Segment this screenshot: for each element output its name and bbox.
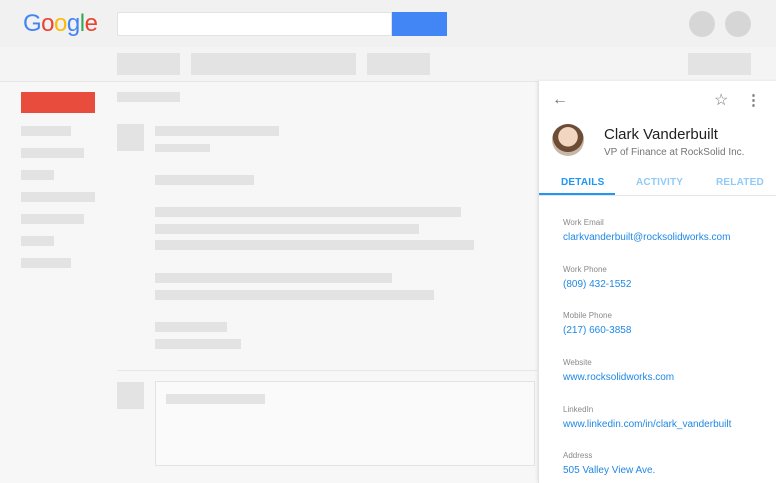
toolbar-button-placeholder[interactable]	[117, 53, 180, 75]
tab-related[interactable]: RELATED	[716, 177, 764, 188]
toolbar-button-placeholder[interactable]	[688, 53, 751, 75]
work-email-label: Work Email	[563, 218, 604, 227]
sender-name-placeholder	[155, 126, 279, 136]
address-label: Address	[563, 451, 593, 460]
message-subject-placeholder	[117, 92, 180, 102]
reply-placeholder-text	[166, 394, 265, 404]
google-logo[interactable]: Google	[23, 10, 98, 38]
mobile-phone-label: Mobile Phone	[563, 311, 612, 320]
contact-title: VP of Finance at RockSolid Inc.	[604, 147, 745, 158]
back-arrow-icon[interactable]: ←	[552, 91, 568, 109]
contact-panel: ← ☆ ⋮ Clark Vanderbuilt VP of Finance at…	[538, 81, 776, 483]
message-signature-line	[155, 339, 241, 349]
sender-avatar	[117, 124, 144, 151]
message-signature-line	[155, 322, 227, 332]
message-body-line	[155, 224, 419, 234]
toolbar-button-placeholder[interactable]	[367, 53, 430, 75]
sidebar-item[interactable]	[21, 170, 54, 180]
work-phone-link[interactable]: (809) 432-1552	[563, 279, 631, 290]
search-button[interactable]	[392, 12, 447, 36]
sidebar-item[interactable]	[21, 126, 71, 136]
sidebar-item[interactable]	[21, 148, 84, 158]
message-body-line	[155, 207, 461, 217]
linkedin-link[interactable]: www.linkedin.com/in/clark_vanderbuilt	[563, 419, 731, 430]
sidebar-item[interactable]	[21, 214, 84, 224]
work-phone-label: Work Phone	[563, 265, 607, 274]
work-email-link[interactable]: clarkvanderbuilt@rocksolidworks.com	[563, 232, 730, 243]
contact-name: Clark Vanderbuilt	[604, 126, 718, 143]
mobile-phone-link[interactable]: (217) 660-3858	[563, 325, 631, 336]
address-link[interactable]: 505 Valley View Ave.	[563, 465, 655, 476]
search-input[interactable]	[117, 12, 392, 36]
tab-details[interactable]: DETAILS	[561, 177, 604, 188]
linkedin-label: LinkedIn	[563, 405, 594, 414]
message-body-line	[155, 273, 392, 283]
website-label: Website	[563, 358, 592, 367]
message-body-line	[155, 290, 434, 300]
message-divider	[117, 370, 537, 371]
website-link[interactable]: www.rocksolidworks.com	[563, 372, 674, 383]
tab-activity[interactable]: ACTIVITY	[636, 177, 683, 188]
star-icon[interactable]: ☆	[714, 90, 728, 110]
sidebar-item[interactable]	[21, 192, 95, 202]
message-body-line	[155, 175, 254, 185]
apps-avatar[interactable]	[689, 11, 715, 37]
contact-avatar	[552, 124, 584, 156]
sender-detail-placeholder	[155, 144, 210, 152]
message-body-line	[155, 240, 474, 250]
more-vert-icon[interactable]: ⋮	[746, 91, 761, 109]
toolbar-button-placeholder[interactable]	[191, 53, 356, 75]
account-avatar[interactable]	[725, 11, 751, 37]
reply-avatar	[117, 382, 144, 409]
sidebar-item[interactable]	[21, 258, 71, 268]
sidebar-item[interactable]	[21, 236, 54, 246]
tabs-divider	[539, 195, 776, 196]
compose-button[interactable]	[21, 92, 95, 113]
